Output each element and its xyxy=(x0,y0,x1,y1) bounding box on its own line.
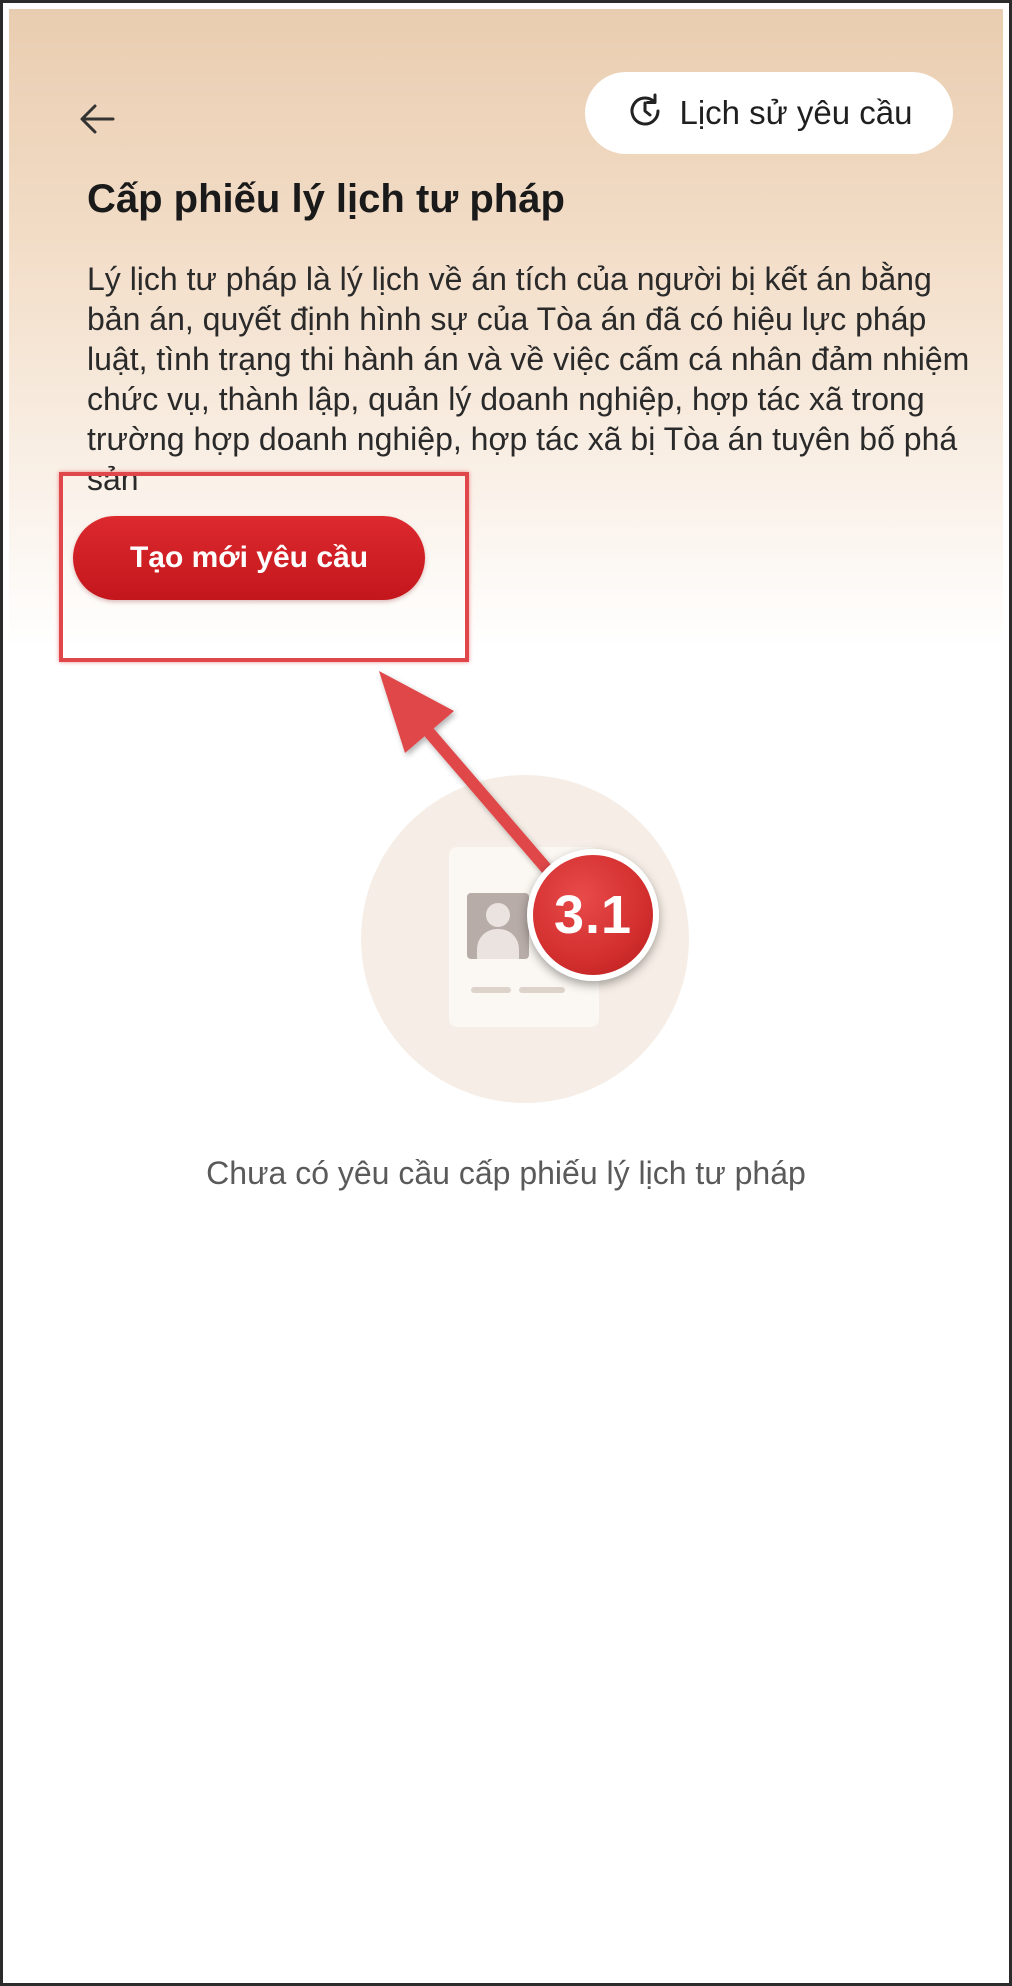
page-description: Lý lịch tư pháp là lý lịch về án tích củ… xyxy=(87,261,970,497)
history-button[interactable]: Lịch sử yêu cầu xyxy=(585,72,953,154)
clock-history-icon xyxy=(625,91,665,136)
step-badge-label: 3.1 xyxy=(553,885,633,945)
app-screen: Lịch sử yêu cầu Cấp phiếu lý lịch tư phá… xyxy=(9,9,1003,1977)
empty-state-message: Chưa có yêu cầu cấp phiếu lý lịch tư phá… xyxy=(206,1155,806,1191)
step-badge: 3.1 xyxy=(527,849,659,981)
history-button-label: Lịch sử yêu cầu xyxy=(679,94,913,131)
create-request-button[interactable]: Tạo mới yêu cầu xyxy=(73,516,425,600)
back-arrow-icon[interactable] xyxy=(77,101,117,137)
avatar-icon xyxy=(467,893,529,959)
page-title: Cấp phiếu lý lịch tư pháp xyxy=(87,177,565,221)
screenshot-frame: Lịch sử yêu cầu Cấp phiếu lý lịch tư phá… xyxy=(0,0,1012,1986)
